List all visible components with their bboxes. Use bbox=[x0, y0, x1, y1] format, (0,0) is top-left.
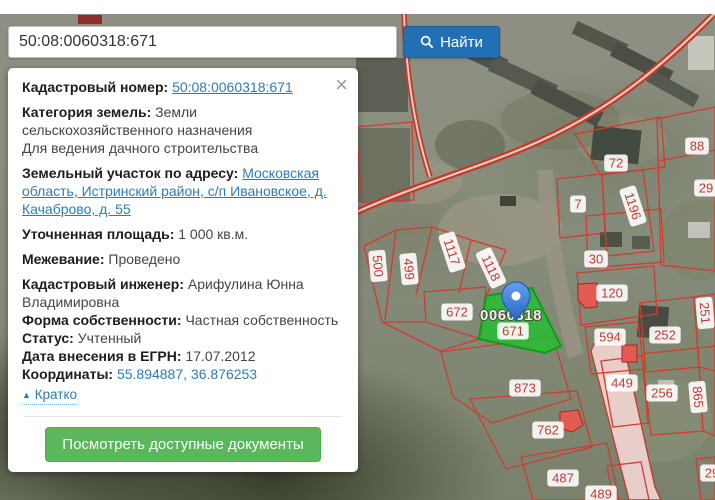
svg-text:489: 489 bbox=[590, 487, 612, 500]
svg-text:865: 865 bbox=[690, 386, 707, 409]
field-label: Кадастровый номер: bbox=[22, 79, 172, 95]
parcel-label-865[interactable]: 865 bbox=[688, 381, 708, 414]
parcel-label-252[interactable]: 252 bbox=[649, 327, 680, 344]
parcel-label-500[interactable]: 500 bbox=[368, 250, 388, 283]
cadastral-map-app: 0060318 88722971196301205004991117111867… bbox=[0, 0, 715, 500]
field-value: 1 000 кв.м. bbox=[178, 226, 248, 242]
panel-field: Земельный участок по адресу: Московская … bbox=[22, 164, 344, 218]
close-icon[interactable]: × bbox=[335, 74, 348, 96]
parcel-label-671[interactable]: 671 bbox=[497, 323, 528, 340]
collapse-label: Кратко bbox=[35, 387, 77, 402]
view-documents-button[interactable]: Посмотреть доступные документы bbox=[45, 427, 320, 462]
field-label: Категория земель: bbox=[22, 104, 155, 120]
field-label: Кадастровый инженер: bbox=[22, 276, 188, 292]
panel-field: Статус: Учтенный bbox=[22, 329, 344, 347]
parcel-label-489[interactable]: 489 bbox=[585, 486, 616, 500]
parcel-label-672[interactable]: 672 bbox=[441, 304, 472, 321]
panel-field: Категория земель: Земли сельскохозяйстве… bbox=[22, 103, 344, 157]
panel-field: Кадастровый инженер: Арифулина Юнна Влад… bbox=[22, 275, 344, 311]
field-label: Межевание: bbox=[22, 251, 108, 267]
parcel-label-499[interactable]: 499 bbox=[399, 253, 419, 286]
panel-field: Форма собственности: Частная собственнос… bbox=[22, 311, 344, 329]
parcel-label-29[interactable]: 29 bbox=[694, 180, 715, 197]
svg-text:72: 72 bbox=[609, 156, 623, 171]
panel-field: Дата внесения в ЕГРН: 17.07.2012 bbox=[22, 347, 344, 365]
parcel-label-873[interactable]: 873 bbox=[509, 380, 540, 397]
panel-details: Кадастровый инженер: Арифулина Юнна Влад… bbox=[22, 275, 344, 383]
svg-text:88: 88 bbox=[690, 139, 704, 154]
field-value: Частная собственность bbox=[185, 312, 338, 328]
field-value: 17.07.2012 bbox=[185, 348, 255, 364]
collapse-link[interactable]: ▲ Кратко bbox=[22, 386, 77, 405]
svg-text:252: 252 bbox=[654, 328, 676, 343]
parcel-label-594[interactable]: 594 bbox=[594, 329, 625, 346]
svg-text:873: 873 bbox=[514, 381, 536, 396]
field-label: Форма собственности: bbox=[22, 312, 185, 328]
parcel-label-449[interactable]: 449 bbox=[606, 375, 637, 392]
field-value: Учтенный bbox=[78, 330, 142, 346]
field-label: Статус: bbox=[22, 330, 78, 346]
field-extra: Для ведения дачного строительства bbox=[22, 139, 344, 157]
panel-field: Уточненная площадь: 1 000 кв.м. bbox=[22, 225, 344, 243]
parcel-label-256[interactable]: 256 bbox=[646, 385, 677, 402]
panel-fields: Кадастровый номер: 50:08:0060318:671 Кате… bbox=[22, 78, 344, 268]
svg-text:671: 671 bbox=[502, 324, 524, 339]
parcel-label-251[interactable]: 251 bbox=[695, 297, 715, 330]
svg-text:29: 29 bbox=[705, 466, 715, 481]
svg-text:499: 499 bbox=[401, 258, 418, 281]
triangle-up-icon: ▲ bbox=[22, 390, 31, 400]
svg-text:30: 30 bbox=[589, 252, 603, 267]
field-value[interactable]: 50:08:0060318:671 bbox=[172, 79, 293, 95]
parcel-label-1196[interactable]: 1196 bbox=[619, 185, 647, 228]
parcel-label-88[interactable]: 88 bbox=[685, 138, 709, 155]
search-input[interactable] bbox=[8, 26, 397, 58]
parcel-label-72[interactable]: 72 bbox=[604, 155, 628, 172]
field-label: Координаты: bbox=[22, 366, 117, 382]
field-label: Дата внесения в ЕГРН: bbox=[22, 348, 185, 364]
svg-text:500: 500 bbox=[370, 255, 387, 278]
parcel-label-487[interactable]: 487 bbox=[547, 470, 578, 487]
search-bar: Найти bbox=[8, 26, 500, 58]
svg-text:256: 256 bbox=[651, 386, 673, 401]
field-value: Проведено bbox=[108, 251, 180, 267]
panel-field: Координаты: 55.894887, 36.876253 bbox=[22, 365, 344, 383]
divider bbox=[24, 416, 342, 417]
svg-text:487: 487 bbox=[552, 471, 574, 486]
svg-text:7: 7 bbox=[574, 197, 581, 212]
parcel-label-7[interactable]: 7 bbox=[570, 196, 586, 213]
svg-text:672: 672 bbox=[446, 305, 468, 320]
search-icon bbox=[420, 35, 434, 49]
parcel-info-panel: × Кадастровый номер: 50:08:0060318:671Ка… bbox=[8, 68, 358, 472]
panel-field: Кадастровый номер: 50:08:0060318:671 bbox=[22, 78, 344, 96]
parcel-label-762[interactable]: 762 bbox=[532, 422, 563, 439]
search-button[interactable]: Найти bbox=[403, 26, 500, 58]
panel-field: Межевание: Проведено bbox=[22, 250, 344, 268]
svg-text:762: 762 bbox=[537, 423, 559, 438]
svg-text:449: 449 bbox=[611, 376, 633, 391]
field-value[interactable]: 55.894887, 36.876253 bbox=[117, 366, 257, 382]
parcel-label-29[interactable]: 29 bbox=[700, 465, 715, 482]
field-label: Уточненная площадь: bbox=[22, 226, 178, 242]
field-label: Земельный участок по адресу: bbox=[22, 165, 242, 181]
search-button-label: Найти bbox=[440, 34, 483, 51]
svg-text:29: 29 bbox=[699, 181, 713, 196]
svg-text:594: 594 bbox=[599, 330, 621, 345]
svg-text:251: 251 bbox=[697, 302, 714, 325]
parcel-label-120[interactable]: 120 bbox=[596, 285, 627, 302]
parcel-label-30[interactable]: 30 bbox=[584, 251, 608, 268]
svg-text:120: 120 bbox=[601, 286, 623, 301]
